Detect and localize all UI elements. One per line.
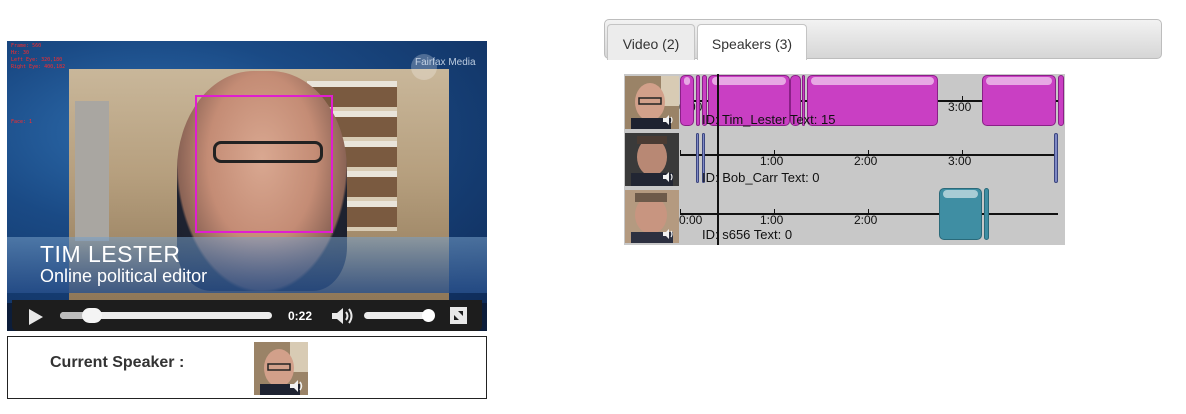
speaker-segment[interactable] [982,75,1056,126]
current-speaker-avatar [254,342,308,395]
tab-speakers-label: Speakers (3) [711,36,793,52]
timeline-tick-label: 3:00 [948,100,972,114]
segment-highlight [942,190,979,198]
current-speaker-label: Current Speaker : [50,354,185,371]
progress-bar[interactable] [60,308,272,323]
segment-highlight [810,77,935,85]
segment-highlight [712,77,786,85]
debug-line: Hz: 30 [11,50,30,56]
speaker-row: 0:001:002:003:00ID: s656 Text: 0 [624,188,1065,245]
segment-highlight [986,77,1052,85]
timeline-tick [680,150,681,155]
current-speaker-panel: Current Speaker : [7,336,487,399]
watermark-text: Fairfax Media [415,57,476,68]
video-controls: 0:22 [12,300,482,331]
lower-third-name: TIM LESTER [40,241,181,267]
speaker-segment[interactable] [983,188,989,240]
debug-extra: Face: 1 [11,119,33,125]
debug-line: Left Eye: 320,180 [11,57,63,63]
volume-icon[interactable] [330,306,356,326]
speaker-timeline: 0:001:002:003:00ID: Tim_Lester Text: 15 … [624,74,1065,245]
timeline-tick-label: 3:00 [948,154,972,168]
speaker-segment[interactable] [1057,75,1064,126]
speaker-face-s656[interactable] [625,190,679,243]
video-player[interactable]: Frame: 560 Hz: 30 Left Eye: 320,180 Righ… [7,41,487,331]
progress-thumb[interactable] [81,308,102,323]
tab-video-label: Video (2) [622,36,680,52]
tab-video[interactable]: Video (2) [607,24,695,60]
volume-slider[interactable] [364,309,435,322]
speaker-segment[interactable] [695,75,701,126]
speaker-face-bob-carr[interactable] [625,133,679,186]
play-button-icon[interactable] [29,309,43,325]
filing-cabinet [75,101,109,241]
speaker-segment[interactable] [1054,133,1058,183]
debug-overlay: Frame: 560 Hz: 30 Left Eye: 320,180 Righ… [11,43,65,71]
face-detection-box [195,95,333,233]
speaker-id-label: ID: Bob_Carr Text: 0 [702,170,820,185]
timeline-tick-label: 1:00 [760,154,784,168]
timeline-tick-label: 2:00 [854,213,878,227]
speaker-row: 0:001:002:003:00ID: Tim_Lester Text: 15 [624,74,1065,131]
debug-line: Frame: 560 [11,43,42,49]
speaker-face-tim-lester[interactable] [625,76,679,129]
timeline-playhead[interactable] [717,74,719,245]
timeline-tick-label: 0:00 [679,213,703,227]
speaker-id-label: ID: Tim_Lester Text: 15 [702,112,836,127]
timeline-tick-label: 2:00 [854,154,878,168]
tab-bar: Video (2) Speakers (3) [604,19,1162,60]
speaker-row: 1:00 2:00 3:00 ID: Bob_Carr Text: 0 [624,131,1065,188]
tab-speakers[interactable]: Speakers (3) [697,24,807,60]
fullscreen-icon[interactable] [450,307,467,324]
speaker-segment[interactable] [680,75,695,126]
timeline-tick-label: 1:00 [760,213,784,227]
volume-thumb[interactable] [421,309,435,322]
speaker-segment[interactable] [938,188,983,240]
segment-highlight [684,77,691,85]
lower-third-role: Online political editor [40,266,208,286]
debug-line: Right Eye: 400,182 [11,64,66,70]
speaker-segment[interactable] [695,133,699,183]
time-display: 0:22 [288,309,313,323]
speaker-id-label: ID: s656 Text: 0 [702,227,793,242]
